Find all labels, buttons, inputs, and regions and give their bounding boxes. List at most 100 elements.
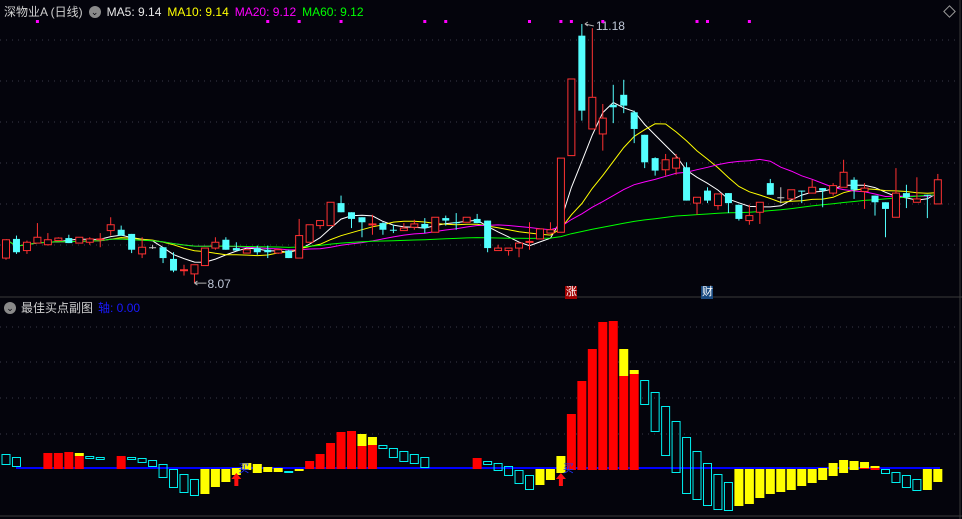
yellow-bar xyxy=(629,370,639,374)
red-bar xyxy=(315,454,325,469)
candle xyxy=(713,193,722,210)
candle xyxy=(452,213,460,230)
hollow-bar xyxy=(1,454,11,465)
high-price-label: 11.18 xyxy=(596,19,625,33)
candle-body xyxy=(515,242,524,249)
candle-body xyxy=(200,247,209,267)
candle-body xyxy=(766,183,774,195)
candle-body xyxy=(912,198,921,203)
yellow-bar xyxy=(786,469,796,490)
stock-chart[interactable]: 买买 11.188.07 xyxy=(0,0,962,519)
candle xyxy=(431,216,440,233)
red-bar xyxy=(577,381,587,470)
candle-body xyxy=(170,258,178,271)
candle xyxy=(933,173,942,205)
candle-body xyxy=(242,249,251,254)
signal-dot xyxy=(444,20,448,23)
candle-body xyxy=(399,227,408,232)
candle-body xyxy=(661,159,670,171)
hollow-bar xyxy=(169,469,179,488)
candle-body xyxy=(891,192,900,218)
red-bar xyxy=(336,432,346,469)
signal-dot xyxy=(747,20,751,23)
candle-body xyxy=(787,189,796,200)
yellow-bar xyxy=(839,460,849,473)
red-bar xyxy=(64,452,74,469)
yellow-bar xyxy=(807,469,817,483)
signal-dot xyxy=(266,20,270,23)
candle xyxy=(85,237,94,245)
candle xyxy=(661,153,670,176)
candle-body xyxy=(368,223,377,226)
hollow-bar xyxy=(11,457,21,467)
yellow-bar xyxy=(252,464,262,473)
candle-body xyxy=(735,204,743,219)
candle xyxy=(179,264,188,276)
candle xyxy=(525,222,534,250)
candle-body xyxy=(525,240,534,243)
yellow-bar xyxy=(828,463,838,476)
candle xyxy=(128,233,136,254)
ma10-value: MA10: 9.14 xyxy=(167,4,229,19)
candle-body xyxy=(379,223,387,230)
red-bar xyxy=(347,431,357,469)
hollow-bar xyxy=(692,451,702,500)
candle-body xyxy=(452,222,460,224)
candle-body xyxy=(54,237,63,242)
signal-dot xyxy=(423,20,427,23)
candle xyxy=(735,204,743,221)
candle xyxy=(850,177,858,199)
candlesticks xyxy=(2,24,942,284)
candle xyxy=(368,214,377,235)
low-price-label: 8.07 xyxy=(207,277,231,291)
candle-body xyxy=(232,248,240,251)
candle xyxy=(578,24,586,121)
candle xyxy=(358,217,366,238)
candle-body xyxy=(211,241,220,249)
candle-body xyxy=(149,247,157,249)
candle xyxy=(535,228,544,240)
candle-body xyxy=(253,248,261,253)
yellow-bar xyxy=(210,469,220,487)
yellow-bar xyxy=(744,469,754,504)
red-bar xyxy=(116,456,126,469)
red-bar xyxy=(608,321,618,470)
hollow-bar xyxy=(378,445,388,449)
candle-body xyxy=(316,220,325,227)
chevron-down-icon[interactable]: ⌄ xyxy=(88,5,101,18)
hollow-bar xyxy=(650,392,660,432)
event-badge[interactable]: 财 xyxy=(701,286,714,299)
candle xyxy=(567,78,576,157)
candle xyxy=(839,159,848,188)
candle xyxy=(348,212,356,229)
candle xyxy=(515,242,524,258)
candle xyxy=(274,248,283,254)
yellow-bar xyxy=(755,469,765,498)
candle xyxy=(777,187,785,204)
indicator-title[interactable]: 最佳买点副图 xyxy=(21,299,93,316)
candle-body xyxy=(222,239,230,250)
hollow-bar xyxy=(127,457,137,460)
buy-signal-label: 买 xyxy=(563,462,574,475)
hollow-bar xyxy=(702,463,712,506)
red-bar xyxy=(587,349,597,470)
moving-average-lines xyxy=(5,101,939,263)
red-bar xyxy=(326,443,336,469)
ma20-line xyxy=(5,158,938,251)
candle xyxy=(264,245,272,259)
red-bar xyxy=(367,445,377,469)
hollow-bar xyxy=(891,472,901,483)
candle-body xyxy=(190,264,199,275)
candle-body xyxy=(535,228,544,240)
candle xyxy=(912,177,921,203)
hollow-bar xyxy=(137,458,147,463)
candle xyxy=(22,240,31,254)
candle-body xyxy=(22,241,31,252)
candle xyxy=(190,264,199,284)
yellow-bar xyxy=(797,469,807,486)
ma60-value: MA60: 9.12 xyxy=(302,4,364,19)
event-badge[interactable]: 涨 xyxy=(565,286,578,299)
chevron-down-icon[interactable]: ⌄ xyxy=(4,301,16,314)
candle-body xyxy=(337,203,345,213)
red-bar xyxy=(74,456,84,469)
